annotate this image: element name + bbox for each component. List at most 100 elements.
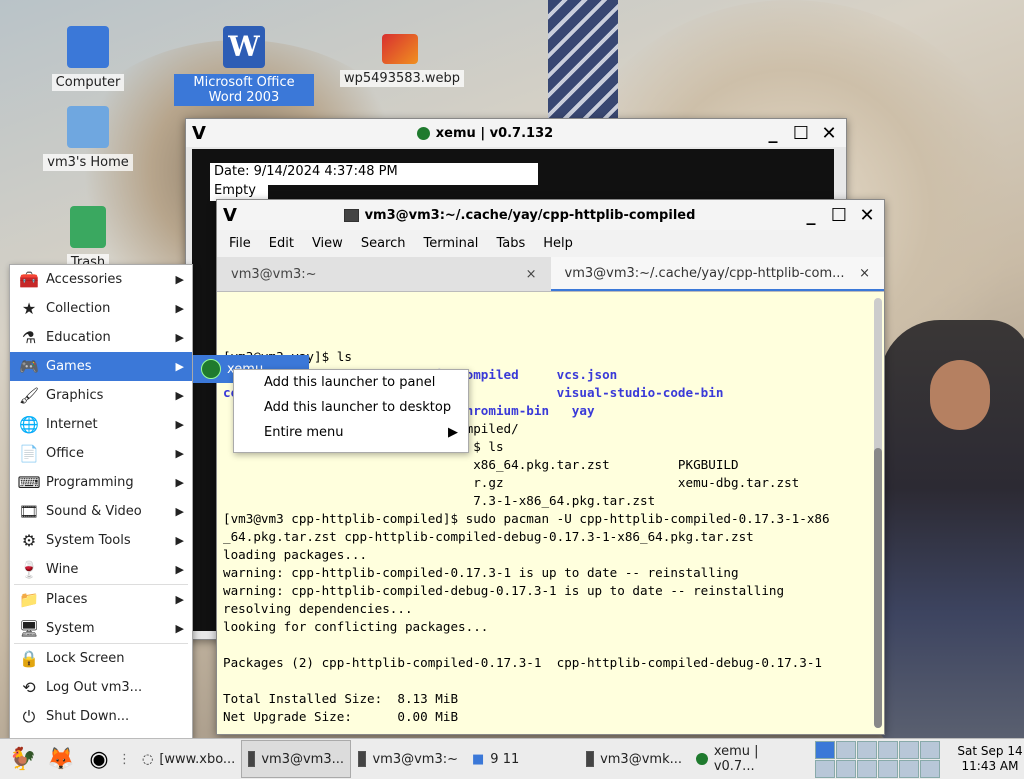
- menu-help[interactable]: Help: [543, 236, 573, 251]
- menu-item-accessories[interactable]: 🧰 Accessories ▶: [10, 265, 192, 294]
- workspace[interactable]: [878, 740, 898, 759]
- word-icon: W: [223, 26, 265, 68]
- taskbar-item-terminal-3[interactable]: vm3@vmk...: [579, 740, 689, 778]
- workspace[interactable]: [920, 759, 940, 778]
- terminal-line: _64.pkg.tar.zst cpp-httplib-compiled-deb…: [223, 529, 754, 544]
- taskbar-item-label: vm3@vm3:~: [372, 751, 458, 767]
- entire-menu[interactable]: Entire menu ▶: [234, 420, 468, 445]
- menu-item-sound-video[interactable]: 🎞 Sound & Video ▶: [10, 497, 192, 526]
- clock[interactable]: Sat Sep 14 11:43 AM: [956, 744, 1024, 774]
- taskbar-item-xemu[interactable]: xemu | v0.7...: [689, 740, 809, 778]
- minimize-button[interactable]: _: [762, 122, 784, 144]
- terminal-titlebar[interactable]: V vm3@vm3:~/.cache/yay/cpp-httplib-compi…: [217, 200, 884, 230]
- menu-item-programming[interactable]: ⌨ Programming ▶: [10, 468, 192, 497]
- workspace[interactable]: [920, 740, 940, 759]
- launcher-context-menu[interactable]: Add this launcher to panel Add this laun…: [233, 369, 469, 453]
- taskbar-item-folder[interactable]: ■ 9 11: [465, 740, 579, 778]
- taskbar-item-terminal-1[interactable]: vm3@vm3...: [241, 740, 351, 778]
- menu-terminal[interactable]: Terminal: [423, 236, 478, 251]
- menu-view[interactable]: View: [312, 236, 343, 251]
- menu-item-label: Games: [46, 359, 92, 374]
- menu-item-label: Places: [46, 592, 88, 607]
- workspace[interactable]: [836, 759, 856, 778]
- globe-icon: 🌐: [19, 415, 39, 434]
- menu-item-label: System: [46, 621, 95, 636]
- desktop-icon-computer[interactable]: Computer: [33, 26, 143, 91]
- tab-close-icon[interactable]: ×: [526, 267, 537, 282]
- window-menu-icon[interactable]: V: [223, 205, 245, 226]
- menu-item-label: System Tools: [46, 533, 131, 548]
- menu-item-places[interactable]: 📁 Places ▶: [10, 585, 192, 614]
- workspace[interactable]: [836, 740, 856, 759]
- scrollbar-thumb[interactable]: [874, 448, 882, 728]
- taskbar-item-browser[interactable]: ◌ [www.xbo...: [135, 740, 241, 778]
- desktop-icon-label: vm3's Home: [43, 154, 133, 171]
- menu-item-internet[interactable]: 🌐 Internet ▶: [10, 410, 192, 439]
- menu-edit[interactable]: Edit: [269, 236, 294, 251]
- menu-item-office[interactable]: 📄 Office ▶: [10, 439, 192, 468]
- tab-home[interactable]: vm3@vm3:~ ×: [217, 257, 551, 291]
- menu-item-label: Internet: [46, 417, 98, 432]
- xemu-date: Date: 9/14/2024 4:37:48 PM: [210, 163, 538, 185]
- workspace[interactable]: [857, 740, 877, 759]
- application-menu[interactable]: 🧰 Accessories ▶ ★ Collection ▶ ⚗ Education ▶ 🎮…: [9, 264, 193, 739]
- close-button[interactable]: ✕: [818, 122, 840, 144]
- maximize-button[interactable]: ☐: [828, 204, 850, 226]
- tab-close-icon[interactable]: ×: [859, 266, 870, 281]
- menu-item-games[interactable]: 🎮 Games ▶: [10, 352, 192, 381]
- terminal-window[interactable]: V vm3@vm3:~/.cache/yay/cpp-httplib-compi…: [216, 199, 885, 735]
- maximize-button[interactable]: ☐: [790, 122, 812, 144]
- workspace[interactable]: [815, 759, 835, 778]
- xemu-icon: [201, 359, 221, 379]
- firefox-icon[interactable]: 🦊: [46, 744, 76, 774]
- workspace[interactable]: [899, 759, 919, 778]
- tab-cpp-httplib[interactable]: vm3@vm3:~/.cache/yay/cpp-httplib-com... …: [550, 257, 884, 291]
- menu-item-label: Accessories: [46, 272, 123, 287]
- workspace[interactable]: [878, 759, 898, 778]
- terminal-line: Net Upgrade Size: 0.00 MiB: [223, 709, 459, 724]
- menu-item-shut-down[interactable]: ⏻ Shut Down...: [10, 702, 192, 731]
- desktop-icon-word[interactable]: W Microsoft Office Word 2003: [174, 26, 314, 106]
- clock-day: Sat Sep 14: [957, 744, 1023, 758]
- image-file-icon: [382, 34, 418, 64]
- menu-item-label: Office: [46, 446, 84, 461]
- menu-item-wine[interactable]: 🍷 Wine ▶: [10, 555, 192, 584]
- chrome-icon[interactable]: ◉: [84, 744, 114, 774]
- desktop-icon-trash[interactable]: Trash: [33, 206, 143, 271]
- minimize-button[interactable]: _: [800, 204, 822, 226]
- xemu-titlebar[interactable]: V xemu | v0.7.132 _ ☐ ✕: [186, 119, 846, 147]
- menu-item-graphics[interactable]: 🖌 Graphics ▶: [10, 381, 192, 410]
- menu-item-lock-screen[interactable]: 🔒 Lock Screen: [10, 644, 192, 673]
- menu-item-label: Shut Down...: [46, 709, 130, 724]
- flask-icon: ⚗: [21, 328, 37, 347]
- menu-item-system-tools[interactable]: ⚙ System Tools ▶: [10, 526, 192, 555]
- taskbar-item-label: vm3@vmk...: [600, 751, 682, 767]
- desktop-icon-webp[interactable]: wp5493583.webp: [340, 34, 465, 87]
- add-launcher-to-panel[interactable]: Add this launcher to panel: [234, 370, 468, 395]
- terminal-scrollbar[interactable]: [874, 298, 882, 728]
- context-item-label: Add this launcher to panel: [264, 375, 436, 390]
- menu-file[interactable]: File: [229, 236, 251, 251]
- desktop-icon-home[interactable]: vm3's Home: [33, 106, 143, 171]
- menu-item-education[interactable]: ⚗ Education ▶: [10, 323, 192, 352]
- menu-item-log-out[interactable]: ⟲ Log Out vm3...: [10, 673, 192, 702]
- workspace[interactable]: [899, 740, 919, 759]
- window-menu-icon[interactable]: V: [192, 123, 214, 144]
- terminal-icon: [358, 751, 367, 767]
- menu-tabs[interactable]: Tabs: [496, 236, 525, 251]
- menu-item-collection[interactable]: ★ Collection ▶: [10, 294, 192, 323]
- taskbar-item-terminal-2[interactable]: vm3@vm3:~: [351, 740, 465, 778]
- menu-item-system[interactable]: 🖥 System ▶: [10, 614, 192, 643]
- close-button[interactable]: ✕: [856, 204, 878, 226]
- menu-search[interactable]: Search: [361, 236, 406, 251]
- workspace-1[interactable]: [815, 740, 835, 759]
- trash-icon: [70, 206, 106, 248]
- workspace-pager[interactable]: [815, 740, 940, 778]
- add-launcher-to-desktop[interactable]: Add this launcher to desktop: [234, 395, 468, 420]
- menu-item-label: Education: [46, 330, 111, 345]
- workspace[interactable]: [857, 759, 877, 778]
- start-menu-icon[interactable]: 🐓: [8, 744, 38, 774]
- terminal-output[interactable]: [vm3@vm3 yay]$ lsalsa-support cpp-httpli…: [217, 292, 884, 734]
